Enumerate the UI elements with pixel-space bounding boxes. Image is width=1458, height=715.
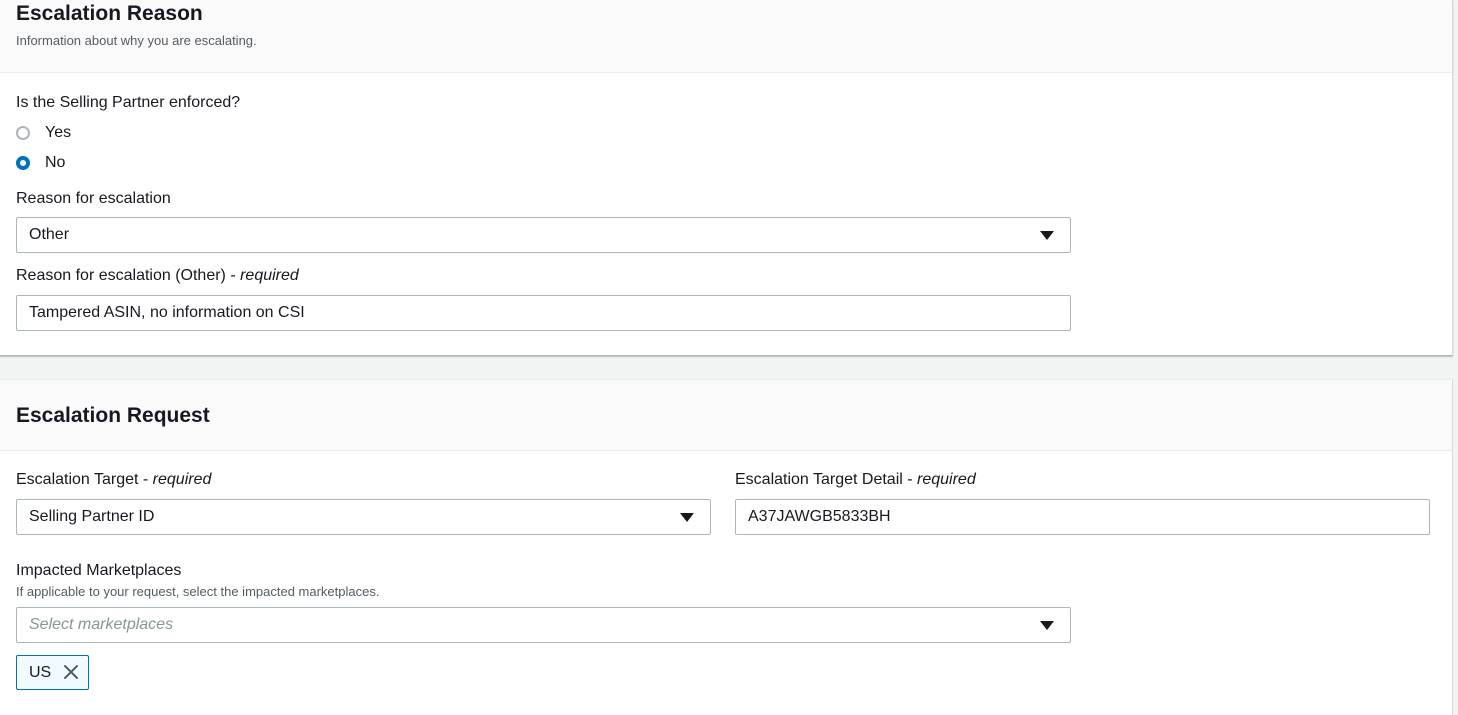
impacted-marketplaces-description: If applicable to your request, select th… (16, 584, 380, 599)
reason-other-value: Tampered ASIN, no information on CSI (29, 304, 305, 321)
caret-down-icon (680, 513, 694, 522)
escalation-request-header: Escalation Request (0, 380, 1452, 451)
escalation-target-detail-value: A37JAWGB5833BH (748, 508, 891, 525)
escalation-target-detail-input[interactable]: A37JAWGB5833BH (735, 499, 1430, 535)
impacted-marketplaces-placeholder: Select marketplaces (29, 616, 174, 633)
escalation-target-detail-label: Escalation Target Detail - required (735, 471, 976, 488)
enforced-no-radio[interactable] (16, 156, 30, 170)
escalation-reason-header: Escalation Reason Information about why … (0, 0, 1452, 73)
marketplace-token-label: US (29, 663, 52, 681)
escalation-target-label: Escalation Target - required (16, 471, 212, 488)
escalation-target-select[interactable]: Selling Partner ID (16, 499, 711, 535)
escalation-target-detail-label-text: Escalation Target Detail (735, 471, 903, 488)
reason-other-required: required (240, 267, 299, 284)
escalation-reason-title: Escalation Reason (16, 2, 203, 25)
enforced-yes-label: Yes (45, 124, 72, 141)
close-icon[interactable] (63, 664, 79, 680)
escalation-target-detail-required: required (917, 471, 976, 488)
enforced-no-option[interactable]: No (16, 152, 65, 174)
escalation-target-label-text: Escalation Target (16, 471, 139, 488)
reason-other-label: Reason for escalation (Other) - required (16, 267, 299, 284)
reason-for-escalation-label: Reason for escalation (16, 190, 171, 207)
escalation-request-panel: Escalation Request Escalation Target - r… (0, 379, 1453, 715)
escalation-target-required: required (152, 471, 212, 488)
escalation-reason-description: Information about why you are escalating… (16, 33, 257, 48)
enforced-yes-radio[interactable] (16, 126, 30, 140)
enforced-question-label: Is the Selling Partner enforced? (16, 94, 241, 111)
reason-other-input[interactable]: Tampered ASIN, no information on CSI (16, 295, 1071, 331)
caret-down-icon (1040, 621, 1054, 630)
marketplace-token-us: US (16, 655, 89, 690)
escalation-target-value: Selling Partner ID (29, 508, 155, 525)
enforced-no-label: No (45, 154, 66, 171)
impacted-marketplaces-label: Impacted Marketplaces (16, 562, 182, 579)
reason-for-escalation-value: Other (29, 226, 70, 243)
escalation-request-title: Escalation Request (16, 404, 210, 427)
escalation-reason-panel: Escalation Reason Information about why … (0, 0, 1453, 356)
caret-down-icon (1040, 231, 1054, 240)
reason-other-label-text: Reason for escalation (Other) (16, 267, 226, 284)
enforced-yes-option[interactable]: Yes (16, 122, 71, 144)
reason-for-escalation-select[interactable]: Other (16, 217, 1071, 253)
impacted-marketplaces-select[interactable]: Select marketplaces (16, 607, 1071, 643)
